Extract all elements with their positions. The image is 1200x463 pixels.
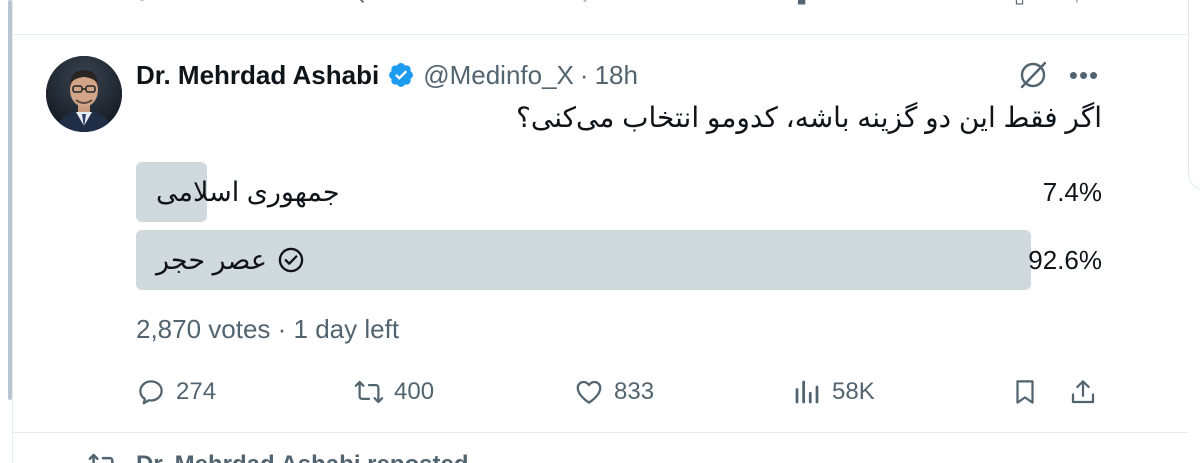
tweet-header: Dr. Mehrdad Ashabi @Medinfo_X · 18h	[136, 58, 638, 92]
reply-count: 274	[176, 378, 217, 405]
divider	[13, 34, 1188, 35]
avatar[interactable]	[46, 56, 122, 132]
tweet-actions: 274 400 833 58K	[136, 372, 1102, 412]
avatar-image	[46, 56, 122, 132]
repost-indicator-text: Dr. Mehrdad Ashabi reposted	[136, 451, 469, 463]
views-button[interactable]: 58K	[792, 372, 875, 412]
verified-badge-icon[interactable]	[387, 61, 415, 89]
poll-option-label: عصر حجر	[156, 230, 305, 290]
poll: جمهوری اسلامی 7.4% عصر حجر 92.6%	[136, 162, 1102, 298]
like-icon[interactable]: ♡	[576, 0, 594, 8]
poll-option-percent: 92.6%	[1028, 244, 1102, 275]
sidebar-card-edge	[1188, 0, 1200, 190]
previous-tweet-actions: ○ ⇄ ♡ ▮ ▯ ↑	[136, 0, 1100, 8]
poll-option-text: عصر حجر	[156, 244, 267, 275]
share-button[interactable]	[1068, 372, 1108, 412]
bookmark-icon[interactable]: ▯	[1014, 0, 1025, 8]
more-options-icon[interactable]: •••	[1066, 58, 1102, 92]
repost-count: 400	[394, 378, 435, 405]
author-handle[interactable]: @Medinfo_X	[423, 60, 574, 91]
bookmark-icon	[1016, 380, 1034, 404]
poll-option: عصر حجر 92.6%	[136, 230, 1102, 290]
timeline: ○ ⇄ ♡ ▮ ▯ ↑ Dr.	[0, 0, 1200, 463]
author-name[interactable]: Dr. Mehrdad Ashabi	[136, 60, 379, 91]
poll-option-text: جمهوری اسلامی	[156, 176, 340, 207]
reply-icon	[139, 380, 163, 405]
like-button[interactable]: 833	[574, 372, 654, 412]
check-circle-icon	[278, 247, 304, 273]
repost-button[interactable]: 400	[354, 372, 434, 412]
like-icon	[576, 380, 602, 404]
bookmark-button[interactable]	[1010, 372, 1050, 412]
grok-icon[interactable]	[1016, 58, 1050, 92]
repost-indicator[interactable]: Dr. Mehrdad Ashabi reposted	[88, 450, 469, 463]
reply-icon[interactable]: ○	[136, 0, 148, 8]
reply-button[interactable]: 274	[136, 372, 216, 412]
divider	[13, 432, 1188, 433]
share-icon[interactable]: ↑	[1072, 0, 1082, 8]
poll-meta: 2,870 votes · 1 day left	[136, 314, 400, 344]
share-icon	[1071, 380, 1095, 404]
views-count: 58K	[832, 378, 875, 405]
poll-option: جمهوری اسلامی 7.4%	[136, 162, 1102, 222]
views-icon[interactable]: ▮	[796, 0, 807, 8]
poll-option-percent: 7.4%	[1042, 176, 1102, 207]
poll-option-label: جمهوری اسلامی	[156, 162, 340, 222]
column-border	[12, 0, 13, 463]
tweet-time[interactable]: 18h	[595, 60, 638, 91]
separator-dot: ·	[579, 59, 589, 90]
repost-icon	[354, 380, 384, 404]
like-count: 833	[614, 378, 655, 405]
tweet-text: اگر فقط این دو گزینه باشه، کدومو انتخاب …	[516, 102, 1102, 133]
views-icon	[795, 380, 819, 404]
repost-icon[interactable]: ⇄	[358, 0, 375, 8]
repost-icon	[88, 453, 114, 463]
